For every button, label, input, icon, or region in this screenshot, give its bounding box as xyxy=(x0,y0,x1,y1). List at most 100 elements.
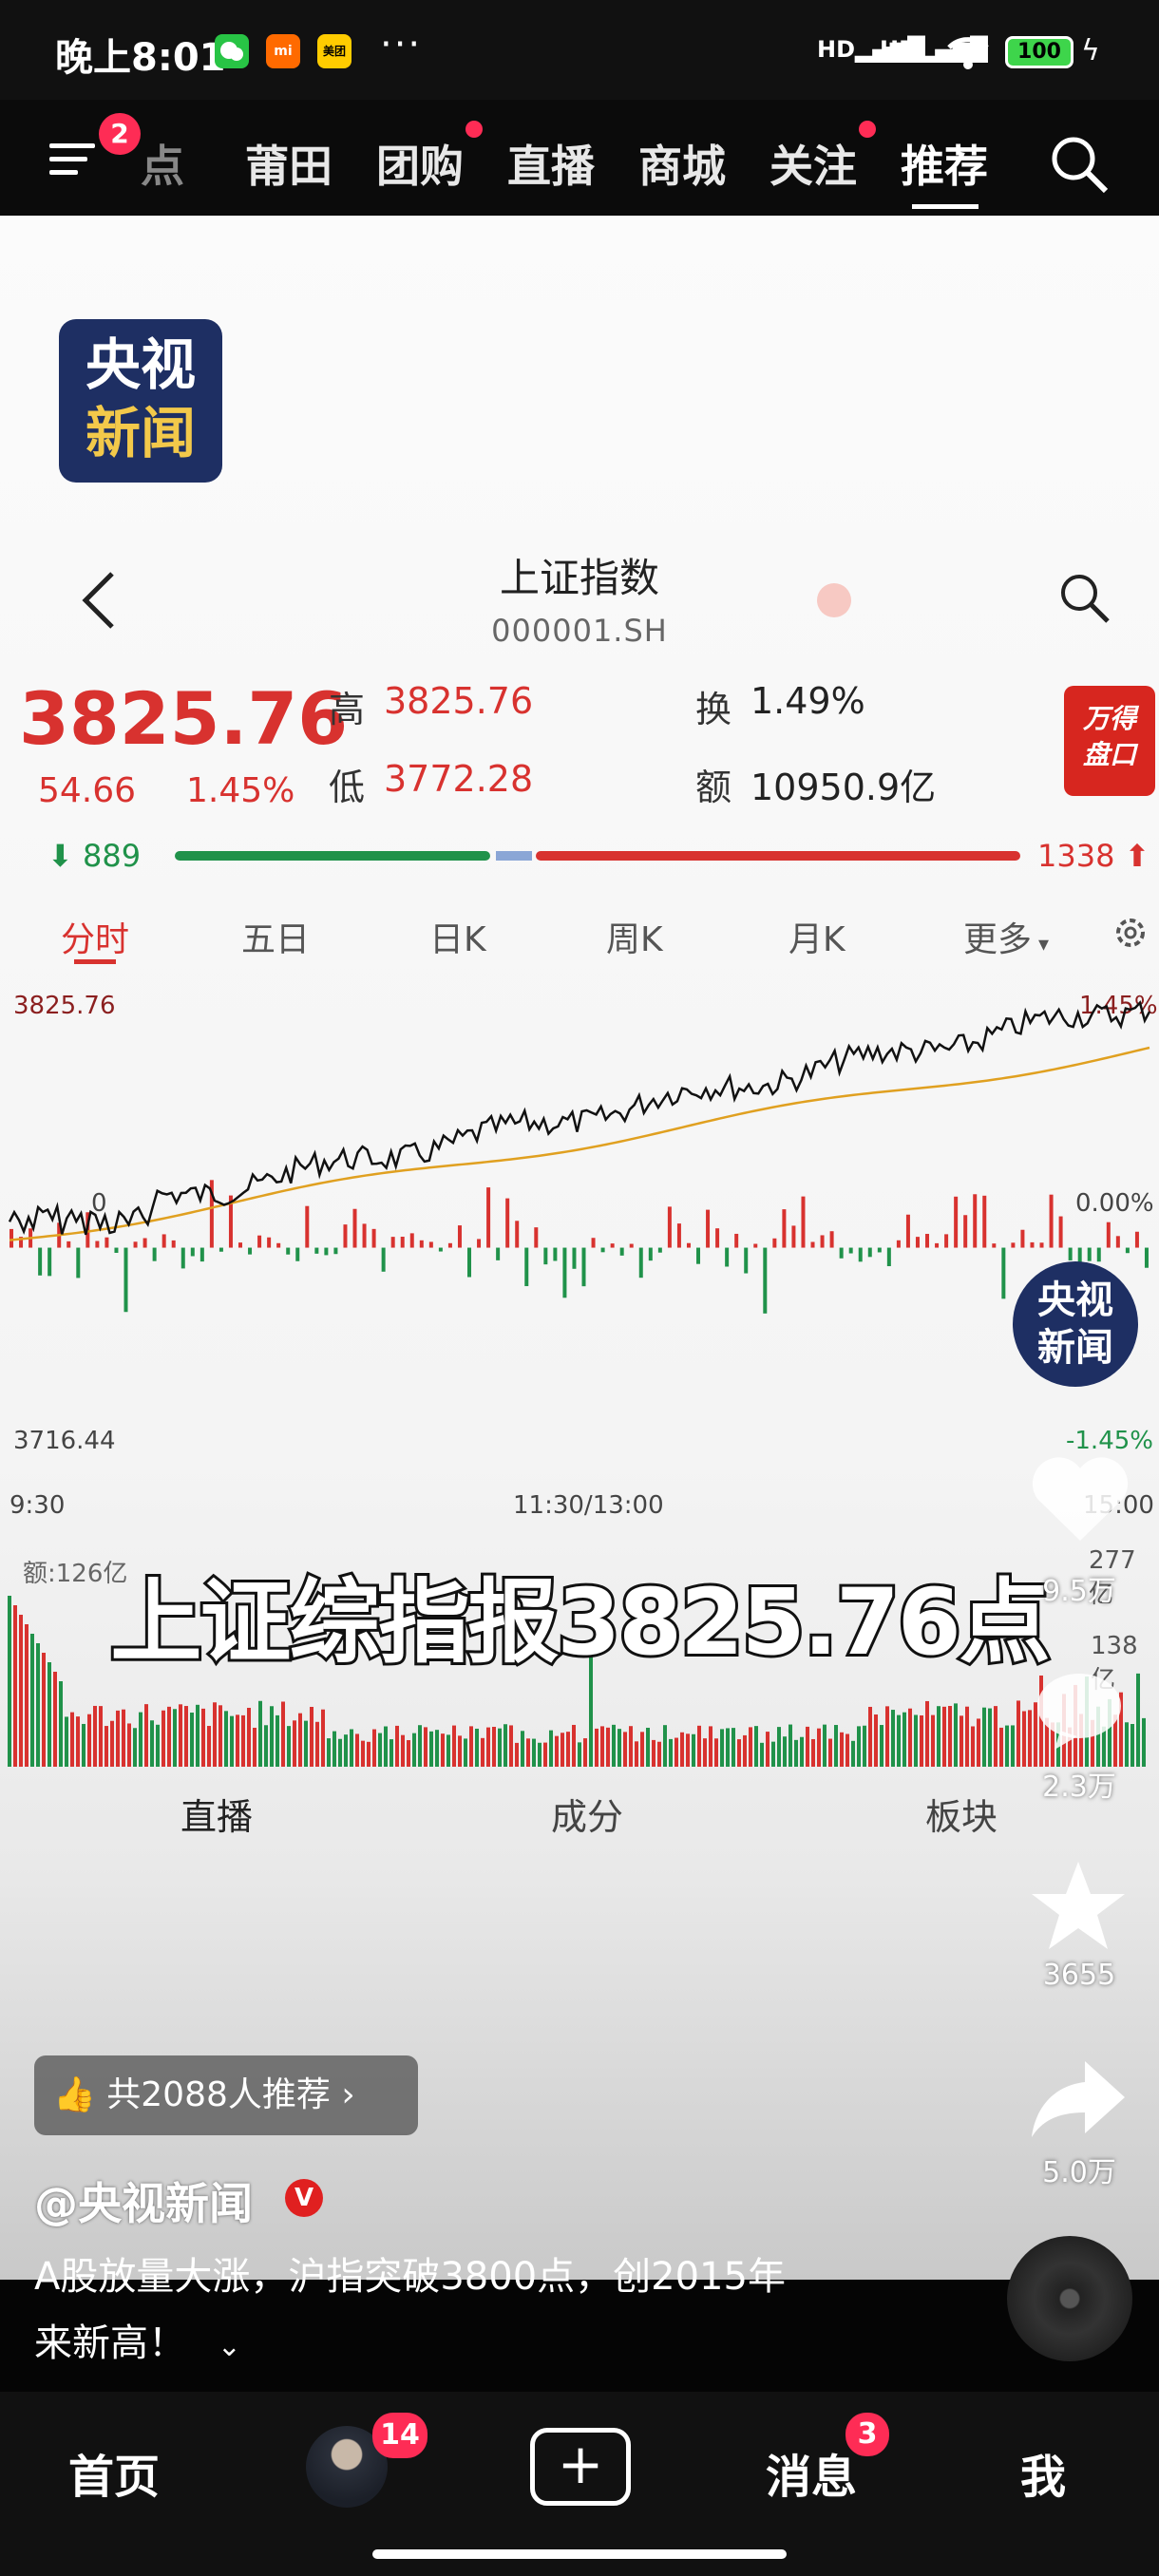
intraday-volume-bar xyxy=(973,1194,978,1248)
intraday-volume-bar xyxy=(1049,1194,1054,1248)
expand-chevron-icon[interactable]: ⌄ xyxy=(218,2330,241,2363)
volume-bar xyxy=(144,1704,148,1767)
intraday-volume-bar xyxy=(114,1247,119,1253)
stock-tab-constituents[interactable]: 成分 xyxy=(551,1788,623,1840)
intraday-volume-bar xyxy=(314,1247,319,1254)
amount-value: 10950.9亿 xyxy=(750,767,937,808)
intraday-volume-bar xyxy=(1144,1247,1149,1268)
period-tab-more[interactable]: 更多 ▾ xyxy=(963,912,1049,961)
menu-button[interactable] xyxy=(48,138,101,181)
volume-bar xyxy=(395,1725,399,1767)
recommend-chip[interactable]: 👍 共2088人推荐 › xyxy=(34,2055,418,2135)
intraday-volume-bar xyxy=(362,1223,367,1248)
volume-bar xyxy=(270,1706,274,1767)
volume-bar xyxy=(350,1729,353,1767)
tab-groupbuy[interactable]: 团购 xyxy=(376,132,464,195)
high-value: 3825.76 xyxy=(384,680,534,722)
volume-bar xyxy=(469,1726,473,1767)
tab-putian[interactable]: 莆田 xyxy=(245,132,332,195)
intraday-volume-bar xyxy=(553,1247,558,1261)
volume-bar xyxy=(521,1731,524,1767)
volume-bar xyxy=(315,1721,319,1767)
volume-bar xyxy=(777,1727,781,1767)
volume-bar xyxy=(441,1733,445,1767)
volume-bar xyxy=(1011,1725,1015,1767)
wind-market-badge[interactable]: 万得 盘口 xyxy=(1064,686,1155,796)
volume-bar xyxy=(583,1738,587,1767)
volume-bar xyxy=(566,1732,570,1767)
volume-bar xyxy=(509,1725,513,1767)
intraday-volume-bar xyxy=(10,1228,13,1248)
meituan-icon: 美团 xyxy=(317,34,352,68)
period-tab-5day[interactable]: 五日 xyxy=(241,912,310,961)
tab-hot[interactable]: 点 xyxy=(141,132,184,195)
intraday-volume-bar xyxy=(543,1247,548,1265)
volume-bar xyxy=(977,1718,980,1767)
volume-bar xyxy=(771,1741,775,1767)
nav-me[interactable]: 我 xyxy=(1020,2439,1066,2506)
intraday-volume-bar xyxy=(248,1247,253,1255)
tab-follow[interactable]: 关注 xyxy=(770,132,857,195)
intraday-volume-bar xyxy=(324,1247,329,1256)
intraday-volume-bar xyxy=(905,1214,910,1248)
comment-icon[interactable] xyxy=(1032,1668,1127,1753)
period-tab-monthly[interactable]: 月K xyxy=(788,912,846,961)
period-tab-weekly[interactable]: 周K xyxy=(606,912,663,961)
create-post-button[interactable]: + xyxy=(530,2428,631,2506)
turnover-label: 换 xyxy=(695,689,732,730)
intraday-volume-bar xyxy=(1011,1242,1016,1248)
tab-live[interactable]: 直播 xyxy=(507,132,595,195)
search-icon[interactable] xyxy=(1049,134,1110,195)
volume-bar xyxy=(327,1738,331,1767)
like-heart-icon[interactable] xyxy=(1028,1453,1132,1548)
author-name[interactable]: @央视新闻 xyxy=(34,2169,253,2232)
stock-search-icon[interactable] xyxy=(1056,570,1113,627)
intraday-volume-bar xyxy=(352,1208,357,1248)
favorite-star-icon[interactable] xyxy=(1028,1858,1129,1953)
verified-icon: V xyxy=(285,2179,323,2217)
volume-bar xyxy=(817,1728,821,1767)
period-tab-daily[interactable]: 日K xyxy=(429,912,486,961)
intraday-volume-bar xyxy=(400,1237,405,1248)
intraday-volume-bar xyxy=(190,1247,195,1257)
stock-tab-live[interactable]: 直播 xyxy=(180,1788,253,1840)
intraday-volume-bar xyxy=(858,1247,863,1262)
volume-bar xyxy=(526,1738,530,1767)
volume-bar xyxy=(264,1725,268,1767)
tab-recommend[interactable]: 推荐 xyxy=(901,132,988,195)
volume-bar xyxy=(846,1733,849,1767)
volume-bar xyxy=(355,1733,359,1767)
period-tab-intraday[interactable]: 分时 xyxy=(61,912,129,961)
volume-bar xyxy=(560,1733,564,1767)
volume-bar xyxy=(635,1741,638,1767)
description-line-2[interactable]: 来新高！ ⌄ xyxy=(34,2312,241,2367)
intraday-volume-bar xyxy=(744,1247,749,1274)
volume-bar xyxy=(372,1729,376,1767)
music-disc-icon[interactable] xyxy=(1007,2236,1132,2361)
intraday-volume-bar xyxy=(477,1239,482,1248)
settings-gear-icon[interactable] xyxy=(1112,914,1150,952)
intraday-volume-bar xyxy=(935,1242,940,1248)
volume-bar xyxy=(344,1734,348,1767)
average-price-line xyxy=(9,1046,1150,1241)
volume-bar xyxy=(1130,1724,1134,1767)
volume-bar xyxy=(287,1726,291,1767)
intraday-volume-bar xyxy=(982,1195,987,1248)
volume-bar xyxy=(703,1738,707,1767)
volume-bar xyxy=(276,1714,279,1767)
volume-bar xyxy=(948,1706,952,1767)
intraday-volume-bar xyxy=(944,1234,949,1248)
intraday-volume-bar xyxy=(734,1233,739,1248)
stock-tab-sectors[interactable]: 板块 xyxy=(925,1788,998,1840)
intraday-volume-bar xyxy=(534,1227,539,1248)
tab-mall[interactable]: 商城 xyxy=(638,132,726,195)
share-arrow-icon[interactable] xyxy=(1028,2055,1129,2141)
nav-messages[interactable]: 消息 xyxy=(766,2439,857,2506)
home-indicator xyxy=(372,2549,787,2559)
nav-home[interactable]: 首页 xyxy=(68,2439,160,2506)
app-screen: 晚上8:01 mi 美团 ··· HD▂▄▆█ HD▂▄▆█ 100 ϟ 2 点… xyxy=(0,0,1159,2576)
volume-bar xyxy=(942,1706,946,1767)
volume-bar xyxy=(954,1703,958,1767)
volume-bar xyxy=(332,1731,336,1767)
volume-bar xyxy=(709,1726,712,1767)
